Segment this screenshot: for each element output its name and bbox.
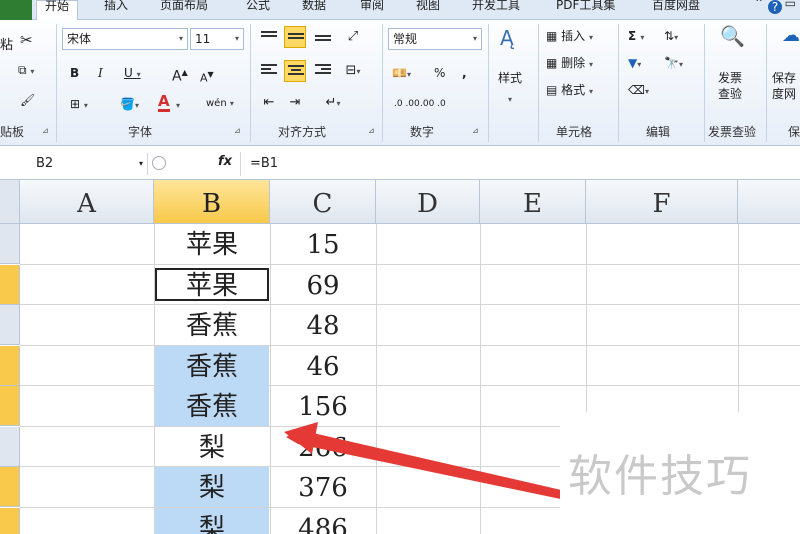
watermark-text: 软件技巧	[568, 451, 752, 502]
arrow-shaft	[286, 430, 596, 506]
